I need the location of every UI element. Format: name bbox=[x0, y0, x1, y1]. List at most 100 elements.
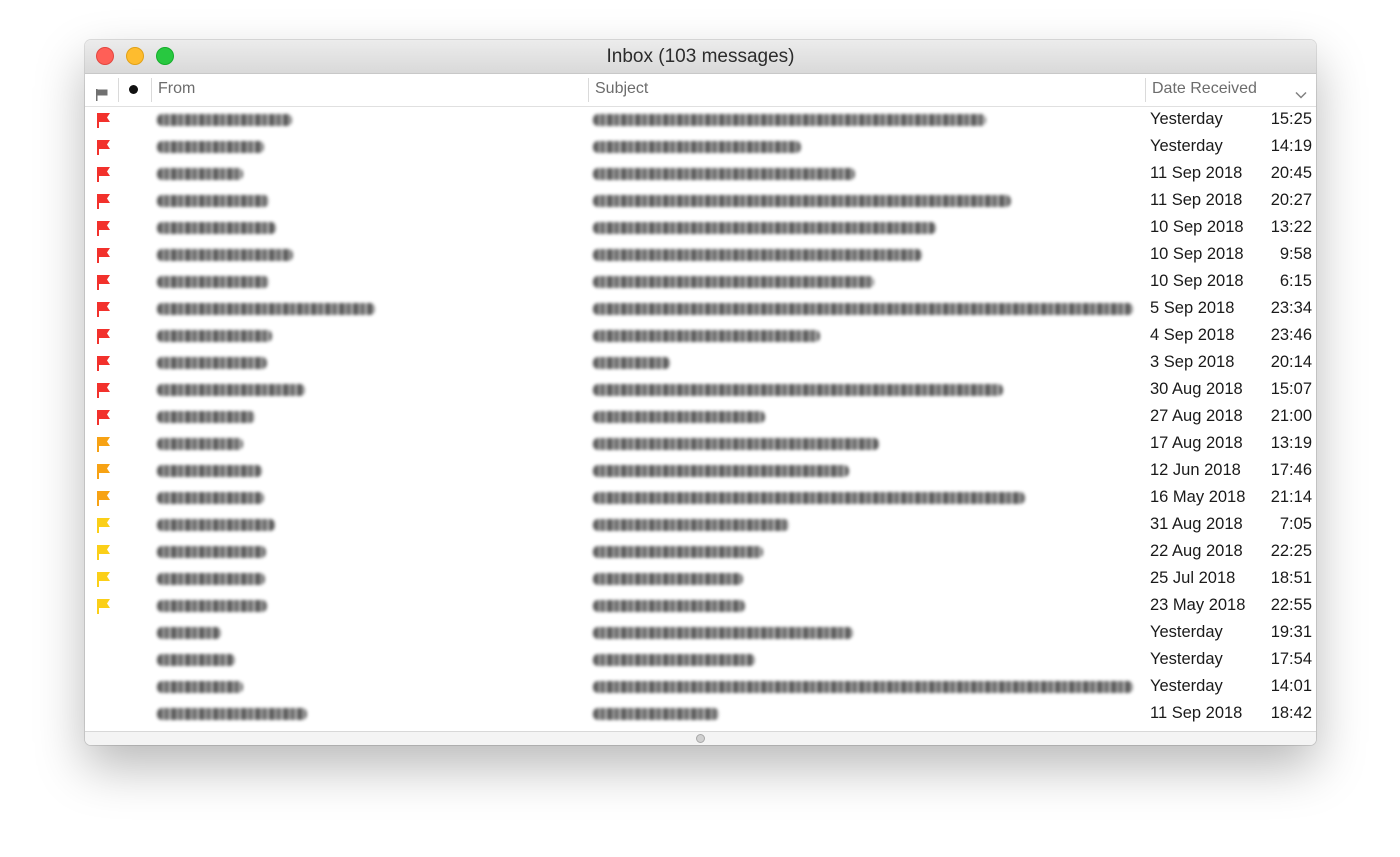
message-row[interactable]: 25 Jul 2018 18:51 bbox=[85, 566, 1316, 593]
message-row[interactable]: 27 Aug 2018 21:00 bbox=[85, 404, 1316, 431]
red-flag-icon bbox=[97, 194, 110, 209]
sender-name-redacted bbox=[157, 330, 272, 342]
message-row[interactable]: 16 May 2018 21:14 bbox=[85, 485, 1316, 512]
subject-redacted bbox=[593, 222, 936, 234]
date-received: Yesterday bbox=[1150, 110, 1223, 128]
red-flag-icon bbox=[97, 113, 110, 128]
date-received: Yesterday bbox=[1150, 650, 1223, 668]
subject-redacted bbox=[593, 411, 765, 423]
message-row[interactable]: Yesterday 15:25 bbox=[85, 107, 1316, 134]
time-received: 17:46 bbox=[1270, 461, 1312, 479]
subject-redacted bbox=[593, 195, 1011, 207]
red-flag-icon bbox=[97, 329, 110, 344]
subject-redacted bbox=[593, 357, 670, 369]
flag-column-header[interactable] bbox=[95, 83, 109, 101]
subject-redacted bbox=[593, 330, 820, 342]
unread-column-header-dot-icon[interactable] bbox=[129, 85, 138, 94]
message-row[interactable]: 22 Aug 2018 22:25 bbox=[85, 539, 1316, 566]
message-row[interactable]: 3 Sep 2018 20:14 bbox=[85, 350, 1316, 377]
date-received: 12 Jun 2018 bbox=[1150, 461, 1241, 479]
column-divider[interactable] bbox=[1145, 78, 1146, 102]
column-header: From Subject Date Received bbox=[85, 74, 1316, 107]
date-received: 10 Sep 2018 bbox=[1150, 218, 1244, 236]
column-divider[interactable] bbox=[118, 78, 119, 102]
message-row[interactable]: 10 Sep 2018 13:22 bbox=[85, 215, 1316, 242]
subject-redacted bbox=[593, 249, 922, 261]
date-received: 17 Aug 2018 bbox=[1150, 434, 1243, 452]
yellow-flag-icon bbox=[97, 599, 110, 614]
subject-redacted bbox=[593, 519, 789, 531]
sender-name-redacted bbox=[157, 492, 264, 504]
message-row[interactable]: Yesterday 17:54 bbox=[85, 647, 1316, 674]
orange-flag-icon bbox=[97, 464, 110, 479]
time-received: 18:51 bbox=[1270, 569, 1312, 587]
date-received: Yesterday bbox=[1150, 623, 1223, 641]
column-divider[interactable] bbox=[588, 78, 589, 102]
date-received: 10 Sep 2018 bbox=[1150, 245, 1244, 263]
time-received: 14:19 bbox=[1270, 137, 1312, 155]
date-received-column-header[interactable]: Date Received bbox=[1152, 74, 1257, 106]
sender-name-redacted bbox=[157, 627, 221, 639]
sender-name-redacted bbox=[157, 222, 276, 234]
sender-name-redacted bbox=[157, 168, 243, 180]
sender-name-redacted bbox=[157, 519, 275, 531]
sort-chevron-down-icon[interactable] bbox=[1294, 83, 1308, 99]
subject-redacted bbox=[593, 141, 801, 153]
title-bar: Inbox (103 messages) bbox=[85, 40, 1316, 74]
message-row[interactable]: 10 Sep 2018 6:15 bbox=[85, 269, 1316, 296]
time-received: 20:27 bbox=[1270, 191, 1312, 209]
message-row[interactable]: 5 Sep 2018 23:34 bbox=[85, 296, 1316, 323]
sender-name-redacted bbox=[157, 114, 292, 126]
message-row[interactable]: 12 Jun 2018 17:46 bbox=[85, 458, 1316, 485]
message-row[interactable]: 11 Sep 2018 20:27 bbox=[85, 188, 1316, 215]
date-received: 10 Sep 2018 bbox=[1150, 272, 1244, 290]
from-column-header[interactable]: From bbox=[158, 74, 195, 106]
red-flag-icon bbox=[97, 383, 110, 398]
sender-name-redacted bbox=[157, 249, 293, 261]
sender-name-redacted bbox=[157, 357, 267, 369]
red-flag-icon bbox=[97, 167, 110, 182]
date-received: 23 May 2018 bbox=[1150, 596, 1246, 614]
time-received: 21:00 bbox=[1270, 407, 1312, 425]
message-row[interactable]: 4 Sep 2018 23:46 bbox=[85, 323, 1316, 350]
sender-name-redacted bbox=[157, 276, 269, 288]
subject-redacted bbox=[593, 168, 855, 180]
message-row[interactable]: 11 Sep 2018 20:45 bbox=[85, 161, 1316, 188]
yellow-flag-icon bbox=[97, 572, 110, 587]
message-row[interactable]: Yesterday 14:01 bbox=[85, 674, 1316, 701]
date-received: 4 Sep 2018 bbox=[1150, 326, 1235, 344]
subject-redacted bbox=[593, 276, 874, 288]
sender-name-redacted bbox=[157, 303, 375, 315]
message-row[interactable]: 31 Aug 2018 7:05 bbox=[85, 512, 1316, 539]
sender-name-redacted bbox=[157, 384, 305, 396]
date-received: 27 Aug 2018 bbox=[1150, 407, 1243, 425]
preview-pane-divider[interactable] bbox=[85, 731, 1316, 745]
sender-name-redacted bbox=[157, 546, 266, 558]
message-row[interactable]: Yesterday 19:31 bbox=[85, 620, 1316, 647]
subject-column-header[interactable]: Subject bbox=[595, 74, 648, 106]
time-received: 13:22 bbox=[1270, 218, 1312, 236]
date-received: 31 Aug 2018 bbox=[1150, 515, 1243, 533]
subject-redacted bbox=[593, 438, 879, 450]
sender-name-redacted bbox=[157, 195, 269, 207]
message-row[interactable]: 30 Aug 2018 15:07 bbox=[85, 377, 1316, 404]
date-received: 25 Jul 2018 bbox=[1150, 569, 1236, 587]
message-row[interactable]: Yesterday 14:19 bbox=[85, 134, 1316, 161]
resize-handle[interactable] bbox=[696, 734, 705, 743]
time-received: 20:45 bbox=[1270, 164, 1312, 182]
message-row[interactable]: 17 Aug 2018 13:19 bbox=[85, 431, 1316, 458]
message-row[interactable]: 10 Sep 2018 9:58 bbox=[85, 242, 1316, 269]
time-received: 22:55 bbox=[1270, 596, 1312, 614]
date-received: 11 Sep 2018 bbox=[1150, 704, 1243, 722]
message-row[interactable]: 23 May 2018 22:55 bbox=[85, 593, 1316, 620]
red-flag-icon bbox=[97, 275, 110, 290]
sender-name-redacted bbox=[157, 600, 267, 612]
sender-name-redacted bbox=[157, 411, 255, 423]
mail-window: Inbox (103 messages) From Subject Date R… bbox=[85, 40, 1316, 745]
subject-redacted bbox=[593, 303, 1133, 315]
message-row[interactable]: 11 Sep 2018 18:42 bbox=[85, 701, 1316, 728]
time-received: 23:46 bbox=[1270, 326, 1312, 344]
subject-redacted bbox=[593, 681, 1133, 693]
sender-name-redacted bbox=[157, 681, 243, 693]
column-divider[interactable] bbox=[151, 78, 152, 102]
